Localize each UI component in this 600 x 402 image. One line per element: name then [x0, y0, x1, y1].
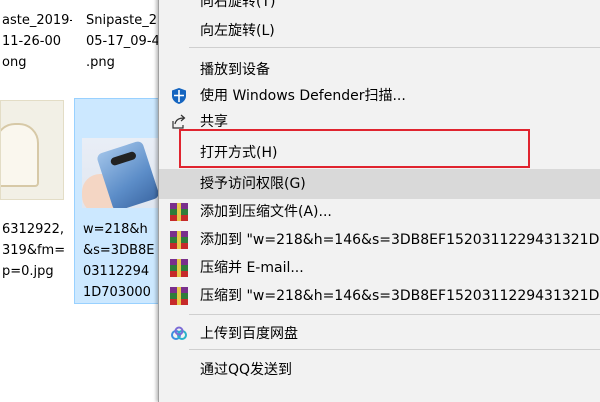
menu-item-label: 压缩并 E-mail...	[200, 260, 304, 276]
winrar-icon	[170, 287, 188, 305]
menu-item-label: 使用 Windows Defender扫描...	[200, 88, 406, 104]
menu-item-compress-to-named-archive[interactable]: 压缩到 "w=218&h=146&s=3DB8EF152031122943132…	[159, 281, 600, 311]
annotation-highlight-box	[179, 129, 530, 168]
menu-item-rotate-left[interactable]: 向左旋转(L)	[159, 16, 600, 46]
menu-item-add-to-archive[interactable]: 添加到压缩文件(A)...	[159, 197, 600, 227]
winrar-icon	[170, 203, 188, 221]
menu-item-add-to-named-archive[interactable]: 添加到 "w=218&h=146&s=3DB8EF152031122943132…	[159, 225, 600, 255]
menu-item-upload-baidu-netdisk[interactable]: 上传到百度网盘	[159, 319, 600, 349]
image-thumbnail	[82, 138, 166, 208]
file-name: w=218&h &s=3DB8E 03112294 1D703000	[83, 222, 155, 300]
menu-item-label: 通过QQ发送到	[200, 362, 293, 378]
file-name: 6312922, 319&fm= p=0.jpg	[2, 222, 66, 279]
menu-item-compress-and-email[interactable]: 压缩并 E-mail...	[159, 253, 600, 283]
menu-item-label: 授予访问权限(G)	[200, 176, 306, 192]
menu-item-label: 向左旋转(L)	[200, 23, 275, 39]
windows-defender-icon	[170, 87, 188, 105]
baidu-netdisk-icon	[170, 325, 188, 343]
menu-separator	[189, 47, 600, 48]
menu-item-label: 添加到压缩文件(A)...	[200, 204, 332, 220]
menu-item-label: 播放到设备	[200, 62, 270, 78]
menu-item-send-via-qq[interactable]: 通过QQ发送到	[159, 355, 600, 385]
menu-separator	[189, 349, 600, 350]
menu-item-label: 向右旋转(T)	[200, 0, 276, 10]
file-name: aste_2019- 11-26-00 ong	[2, 13, 72, 70]
winrar-icon	[170, 231, 188, 249]
menu-item-label: 压缩到 "w=218&h=146&s=3DB8EF152031122943132…	[200, 288, 600, 304]
menu-item-grant-access[interactable]: 授予访问权限(G)	[159, 169, 600, 199]
winrar-icon	[170, 259, 188, 277]
file-name: Snipaste_2 05-17_09-4 .png	[86, 13, 160, 70]
image-thumbnail	[0, 100, 64, 200]
menu-separator	[189, 314, 600, 315]
menu-item-label: 上传到百度网盘	[200, 326, 298, 342]
context-menu: 向右旋转(T) 向左旋转(L) 播放到设备 使用 Windows Defende…	[158, 0, 600, 402]
menu-item-label: 添加到 "w=218&h=146&s=3DB8EF152031122943132…	[200, 232, 600, 248]
